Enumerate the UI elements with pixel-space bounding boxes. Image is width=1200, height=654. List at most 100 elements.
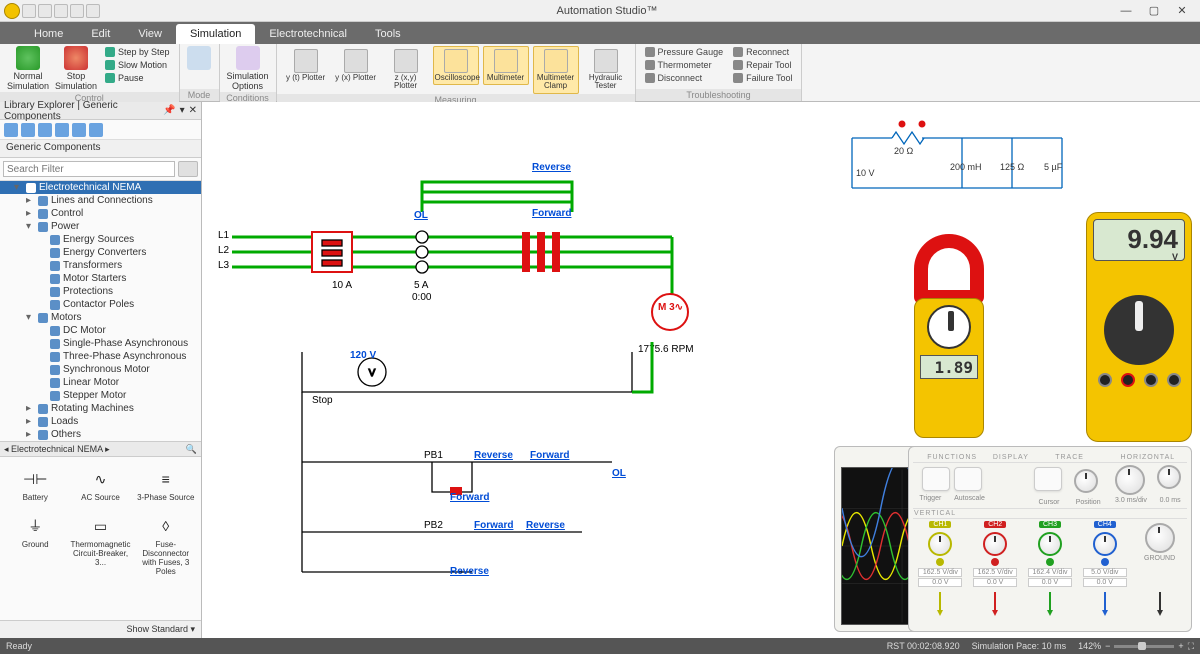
- sidebar-tool-button[interactable]: [72, 123, 86, 137]
- tab-home[interactable]: Home: [20, 24, 77, 44]
- fit-button[interactable]: ⛶: [1188, 641, 1194, 652]
- yt-plotter-button[interactable]: y (t) Plotter: [283, 46, 329, 85]
- pause-button[interactable]: Pause: [102, 72, 173, 84]
- autoscale-button[interactable]: [954, 467, 982, 491]
- zoom-slider[interactable]: [1114, 645, 1174, 648]
- sidebar-tool-button[interactable]: [38, 123, 52, 137]
- sidebar-tool-button[interactable]: [4, 123, 18, 137]
- clamp-meter[interactable]: 1.89: [899, 234, 999, 438]
- forward-link[interactable]: Forward: [532, 208, 571, 219]
- reverse-link[interactable]: Reverse: [532, 162, 571, 173]
- dmm-jack[interactable]: [1167, 373, 1181, 387]
- hoff-knob[interactable]: [1157, 465, 1181, 489]
- qat-button[interactable]: [54, 4, 68, 18]
- search-options-button[interactable]: [178, 161, 198, 177]
- qat-button[interactable]: [22, 4, 36, 18]
- maximize-button[interactable]: ▢: [1142, 3, 1166, 19]
- tree-item[interactable]: Stepper Motor: [0, 389, 201, 402]
- thermometer-button[interactable]: Thermometer: [642, 59, 727, 71]
- tree-item[interactable]: Protections: [0, 285, 201, 298]
- tree-item[interactable]: ▸Lines and Connections: [0, 194, 201, 207]
- simulation-options-button[interactable]: Simulation Options: [226, 46, 270, 92]
- oscilloscope-button[interactable]: Oscilloscope: [433, 46, 479, 85]
- scope-channel[interactable]: CH1 162.5 V/div0.0 V: [913, 519, 968, 590]
- scope-channel[interactable]: CH2 162.5 V/div0.0 V: [968, 519, 1023, 590]
- step-by-step-button[interactable]: Step by Step: [102, 46, 173, 58]
- search-icon[interactable]: 🔍: [186, 444, 197, 455]
- preview-header[interactable]: ◂ Electrotechnical NEMA ▸ 🔍: [0, 441, 201, 457]
- component-preview-item[interactable]: ◊Fuse-Disconnector with Fuses, 3 Poles: [135, 508, 197, 580]
- tree-item[interactable]: Motor Starters: [0, 272, 201, 285]
- ol-link-2[interactable]: OL: [612, 468, 626, 479]
- repair-tool-button[interactable]: Repair Tool: [730, 59, 795, 71]
- multimeter-button[interactable]: Multimeter: [483, 46, 529, 85]
- ground-probe-icon[interactable]: [1153, 592, 1167, 616]
- tree-item[interactable]: ▾Motors: [0, 311, 201, 324]
- dmm-dial[interactable]: [1104, 295, 1174, 365]
- component-tree[interactable]: ▾Electrotechnical NEMA▸Lines and Connect…: [0, 181, 201, 441]
- close-button[interactable]: ✕: [1170, 3, 1194, 19]
- disconnect-button[interactable]: Disconnect: [642, 72, 727, 84]
- pressure-gauge-button[interactable]: Pressure Gauge: [642, 46, 727, 58]
- component-preview-item[interactable]: ≡3-Phase Source: [135, 461, 197, 506]
- probe-icon[interactable]: [988, 592, 1002, 616]
- tab-simulation[interactable]: Simulation: [176, 24, 255, 44]
- qat-button[interactable]: [38, 4, 52, 18]
- scope-channel[interactable]: CH3 162.4 V/div0.0 V: [1023, 519, 1078, 590]
- qat-button[interactable]: [70, 4, 84, 18]
- reconnect-button[interactable]: Reconnect: [730, 46, 795, 58]
- qat-button[interactable]: [86, 4, 100, 18]
- sidebar-dropdown-icon[interactable]: ▾: [180, 105, 185, 116]
- cursor-button[interactable]: [1034, 467, 1062, 491]
- tab-view[interactable]: View: [124, 24, 176, 44]
- failure-tool-button[interactable]: Failure Tool: [730, 72, 795, 84]
- multimeter-clamp-button[interactable]: Multimeter Clamp: [533, 46, 579, 94]
- tree-item[interactable]: Single-Phase Asynchronous: [0, 337, 201, 350]
- dmm-jack[interactable]: [1121, 373, 1135, 387]
- reverse-link-4[interactable]: Reverse: [450, 566, 489, 577]
- minimize-button[interactable]: —: [1114, 3, 1138, 19]
- tree-item[interactable]: Energy Sources: [0, 233, 201, 246]
- tree-item[interactable]: ▸Loads: [0, 415, 201, 428]
- sidebar-footer[interactable]: Show Standard ▾: [0, 620, 201, 638]
- position-knob[interactable]: [1074, 469, 1098, 493]
- tree-item[interactable]: ▸Rotating Machines: [0, 402, 201, 415]
- hdiv-knob[interactable]: [1115, 465, 1145, 495]
- tree-item[interactable]: ▾Power: [0, 220, 201, 233]
- probe-icon[interactable]: [1043, 592, 1057, 616]
- zoom-out-button[interactable]: −: [1105, 641, 1110, 651]
- slow-motion-button[interactable]: Slow Motion: [102, 59, 173, 71]
- tree-item[interactable]: ▸Others: [0, 428, 201, 441]
- probe-icon[interactable]: [1098, 592, 1112, 616]
- tab-electrotechnical[interactable]: Electrotechnical: [255, 24, 361, 44]
- tree-item[interactable]: Contactor Poles: [0, 298, 201, 311]
- forward-link-3[interactable]: Forward: [450, 492, 489, 503]
- hydraulic-tester-button[interactable]: Hydraulic Tester: [583, 46, 629, 94]
- dmm-jack[interactable]: [1098, 373, 1112, 387]
- dmm-buttons[interactable]: [1093, 261, 1185, 291]
- tree-item[interactable]: DC Motor: [0, 324, 201, 337]
- tree-item[interactable]: Three-Phase Asynchronous: [0, 350, 201, 363]
- sidebar-close-icon[interactable]: ✕: [189, 105, 197, 116]
- schematic-canvas[interactable]: L1 L2 L3 10 A 5 A 0:00 OL Reverse Forwar…: [202, 102, 1200, 638]
- normal-simulation-button[interactable]: Normal Simulation: [6, 46, 50, 92]
- probe-icon[interactable]: [933, 592, 947, 616]
- component-preview-item[interactable]: ⊣⊢Battery: [4, 461, 66, 506]
- dmm-jack[interactable]: [1144, 373, 1158, 387]
- stop-simulation-button[interactable]: Stop Simulation: [54, 46, 98, 92]
- tree-item[interactable]: Energy Converters: [0, 246, 201, 259]
- trigger-button[interactable]: [922, 467, 950, 491]
- tree-item[interactable]: ▾Electrotechnical NEMA: [0, 181, 201, 194]
- mode-button[interactable]: [186, 46, 213, 72]
- tree-item[interactable]: Synchronous Motor: [0, 363, 201, 376]
- sidebar-tool-button[interactable]: [89, 123, 103, 137]
- reverse-link-3[interactable]: Reverse: [526, 520, 565, 531]
- sidebar-tab[interactable]: Generic Components: [0, 140, 201, 158]
- zoom-in-button[interactable]: +: [1178, 641, 1183, 651]
- sidebar-tool-button[interactable]: [55, 123, 69, 137]
- scope-ground[interactable]: GROUND: [1132, 519, 1187, 590]
- scope-channel[interactable]: CH4 5.0 V/div0.0 V: [1077, 519, 1132, 590]
- sidebar-tool-button[interactable]: [21, 123, 35, 137]
- tab-edit[interactable]: Edit: [77, 24, 124, 44]
- scope-control-panel[interactable]: FUNCTIONS TriggerAutoscale DISPLAY TRACE…: [908, 446, 1192, 632]
